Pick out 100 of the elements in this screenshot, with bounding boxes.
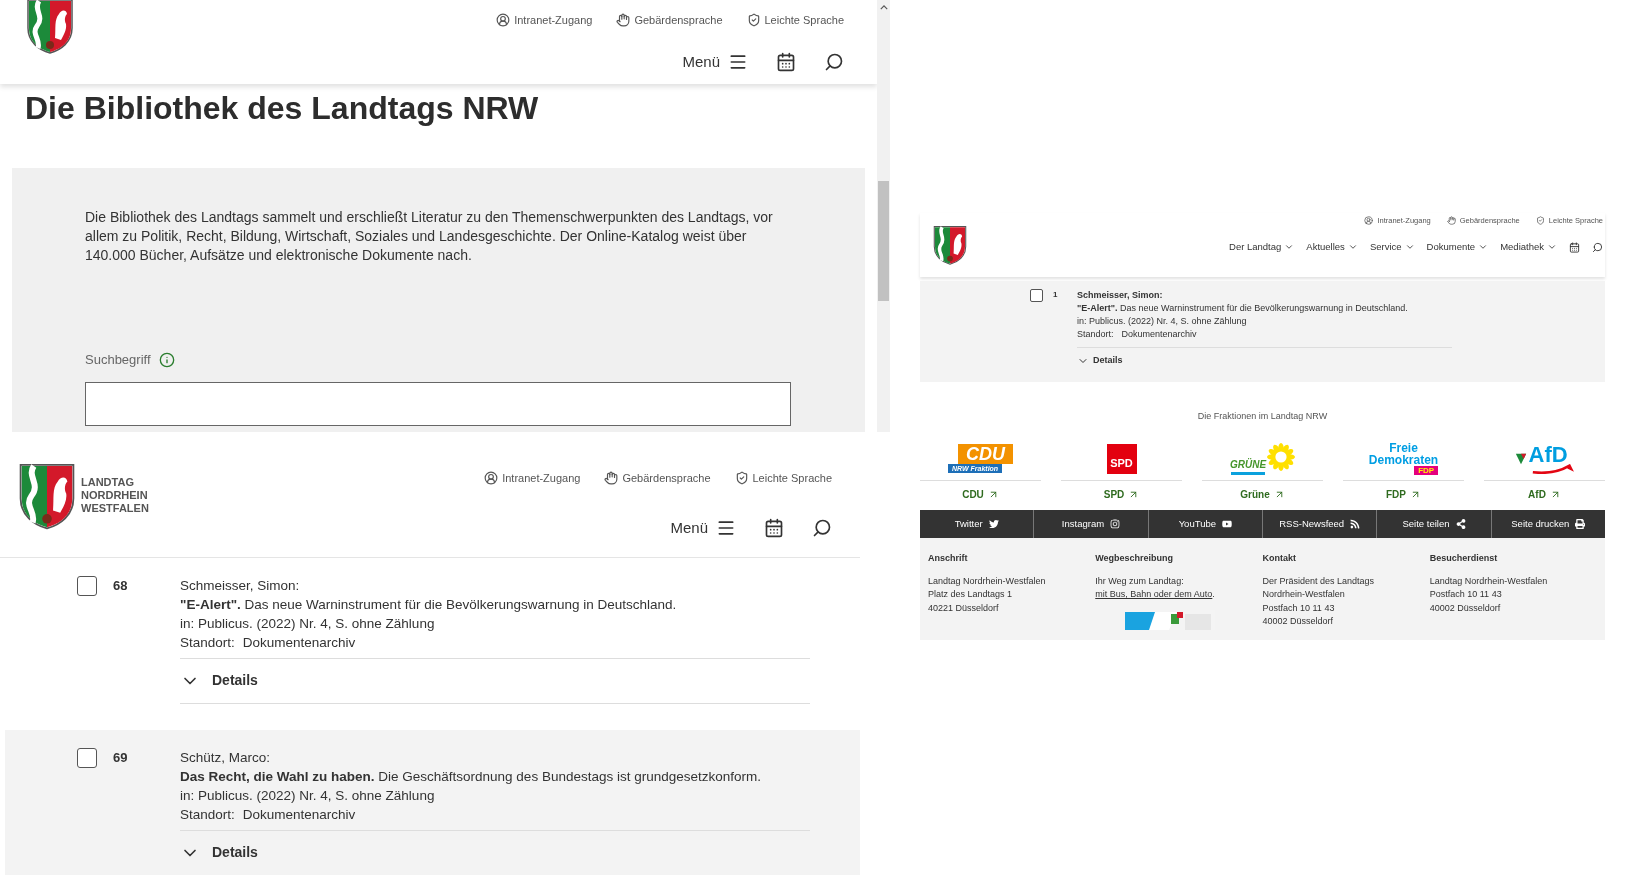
scrollbar-thumb[interactable] <box>878 181 889 301</box>
location-value: Dokumentenarchiv <box>1121 328 1197 341</box>
coat-of-arms-logo[interactable] <box>25 0 75 54</box>
user-icon <box>496 13 511 28</box>
utility-link[interactable]: Gebärdensprache <box>616 12 723 29</box>
social-link[interactable]: YouTube <box>1148 510 1262 538</box>
footer-line: 40221 Düsseldorf <box>928 601 1000 615</box>
coat-of-arms-logo[interactable] <box>17 462 77 530</box>
party-link[interactable]: CDU <box>962 487 999 502</box>
select-checkbox[interactable] <box>77 576 97 596</box>
footer-line: Landtag Nordrhein-Westfalen <box>1429 574 1549 588</box>
footer-line: 40002 Düsseldorf <box>1429 601 1502 615</box>
share-icon <box>1455 519 1466 529</box>
result-source: in: Publicus. (2022) Nr. 4, S. ohne Zählung <box>180 787 436 805</box>
select-checkbox[interactable] <box>1030 289 1043 302</box>
menu-button[interactable]: Menü <box>682 50 748 73</box>
location-value: Dokumentenarchiv <box>242 634 356 652</box>
menu-button[interactable]: Menü <box>670 516 736 539</box>
page-title: Die Bibliothek des Landtags NRW <box>24 89 540 128</box>
location-label: Standort: <box>1077 328 1114 341</box>
info-icon[interactable] <box>158 351 175 368</box>
footer-line: Platz des Landtags 1 <box>928 588 1014 601</box>
utility-link[interactable]: Intranet-Zugang <box>484 470 581 487</box>
play-icon <box>1222 519 1232 529</box>
search-label: Suchbegriff <box>85 351 151 369</box>
scroll-up-icon[interactable] <box>879 5 888 10</box>
calendar-icon[interactable] <box>776 51 796 72</box>
result-author: Schmeisser, Simon: <box>180 577 301 595</box>
bird-icon <box>988 519 999 529</box>
select-checkbox[interactable] <box>77 748 97 768</box>
utility-link[interactable]: Leichte Sprache <box>734 470 832 487</box>
user-icon <box>1364 216 1374 226</box>
footer-line: Postfach 10 11 43 <box>1262 601 1336 615</box>
party-logo[interactable]: SPD <box>1106 443 1137 474</box>
location-label: Standort: <box>180 806 235 824</box>
shield-icon <box>734 471 749 486</box>
coat-of-arms-logo[interactable] <box>932 225 968 265</box>
social-link[interactable]: Instagram <box>1034 510 1148 538</box>
party-logo[interactable]: GRÜNE <box>1229 442 1296 475</box>
result-author: Schmeisser, Simon: <box>1077 289 1164 302</box>
party-link[interactable]: AfD <box>1528 487 1561 502</box>
utility-link[interactable]: Leichte Sprache <box>746 12 844 29</box>
user-icon <box>484 471 499 486</box>
location-value: Dokumentenarchiv <box>242 806 356 824</box>
footer-heading: Besucherdienst <box>1429 552 1499 565</box>
footer-line: 40002 Düsseldorf <box>1262 615 1335 628</box>
result-source: in: Publicus. (2022) Nr. 4, S. ohne Zählung <box>180 615 436 633</box>
search-icon[interactable] <box>824 51 844 72</box>
nav-item[interactable]: Dokumente <box>1426 240 1489 255</box>
search-icon[interactable] <box>1592 241 1603 253</box>
social-link[interactable]: RSS-Newsfeed <box>1263 510 1377 538</box>
fraktionen-heading: Die Fraktionen im Landtag NRW <box>1196 409 1329 423</box>
social-link[interactable]: Twitter <box>920 510 1034 538</box>
result-number: 1 <box>1052 289 1059 301</box>
logo-wordmark[interactable]: LANDTAG NORDRHEIN WESTFALEN <box>81 476 149 515</box>
result-number: 68 <box>112 577 129 595</box>
result-number: 69 <box>112 749 129 767</box>
result-title: "E-Alert". Das neue Warninstrument für die Bevölkerungswarnung in Deutschland. <box>180 596 678 614</box>
search-icon[interactable] <box>812 517 832 538</box>
result-author: Schütz, Marco: <box>180 749 272 767</box>
nav-item[interactable]: Mediathek <box>1500 240 1557 255</box>
utility-link[interactable]: Gebärdensprache <box>604 470 711 487</box>
rss-icon <box>1350 519 1361 529</box>
location-label: Standort: <box>180 634 235 652</box>
calendar-icon[interactable] <box>1569 241 1580 253</box>
directions-text: Ihr Weg zum Landtag: mit Bus, Bahn oder dem Auto. <box>1095 574 1216 601</box>
result-title: "E-Alert". Das neue Warninstrument für die Bevölkerungswarnung in Deutschland. <box>1077 302 1409 315</box>
nav-item[interactable]: Der Landtag <box>1229 240 1295 255</box>
social-link[interactable]: Seite drucken <box>1491 510 1605 538</box>
result-source: in: Publicus. (2022) Nr. 4, S. ohne Zählung <box>1077 315 1248 328</box>
footer-heading: Wegbeschreibung <box>1095 552 1175 565</box>
party-logo[interactable]: Freie Demokraten FDP <box>1368 442 1439 475</box>
footer-line: Nordrhein-Westfalen <box>1262 588 1346 601</box>
footer-line: Der Präsident des Landtags <box>1262 574 1376 588</box>
party-link[interactable]: SPD <box>1103 487 1140 502</box>
camera-icon <box>1110 519 1121 529</box>
social-link[interactable]: Seite teilen <box>1377 510 1491 538</box>
footer-line: Landtag Nordrhein-Westfalen <box>928 574 1047 588</box>
shield-icon <box>1535 216 1545 226</box>
shield-icon <box>746 13 761 28</box>
footer-heading: Anschrift <box>928 552 969 565</box>
nav-item[interactable]: Service <box>1369 240 1415 255</box>
nav-item[interactable]: Aktuelles <box>1306 240 1358 255</box>
printer-icon <box>1575 519 1586 529</box>
result-title: Das Recht, die Wahl zu haben. Die Geschäftsordnung des Bundestags ist grundgesetzkonform. <box>180 768 762 786</box>
details-toggle[interactable]: Details <box>1077 354 1123 368</box>
party-link[interactable]: Grüne <box>1240 487 1285 502</box>
arrow-icon <box>1410 489 1421 500</box>
utility-link[interactable]: Intranet-Zugang <box>496 12 593 29</box>
details-toggle[interactable]: Details <box>180 842 258 863</box>
calendar-icon[interactable] <box>764 517 784 538</box>
details-toggle[interactable]: Details <box>180 670 258 691</box>
footer-heading: Kontakt <box>1262 552 1297 565</box>
hand-icon <box>604 471 619 486</box>
hand-icon <box>616 13 631 28</box>
hand-icon <box>1446 216 1456 226</box>
footer-line: Postfach 10 11 43 <box>1429 588 1503 601</box>
search-field[interactable] <box>85 381 791 426</box>
party-link[interactable]: FDP <box>1386 487 1421 502</box>
intro-text: Die Bibliothek des Landtags sammelt und erschließt Literatur zu den Themenschwerpunkten des Landtags, vor allem zu Politik, Recht, Bildung, Wirtschaft, Soziales und Landesgeschichte. Der Online-Katalog weist über 140.000 Bücher, Aufsätze und elektronische Dokumente nach. <box>85 208 774 265</box>
